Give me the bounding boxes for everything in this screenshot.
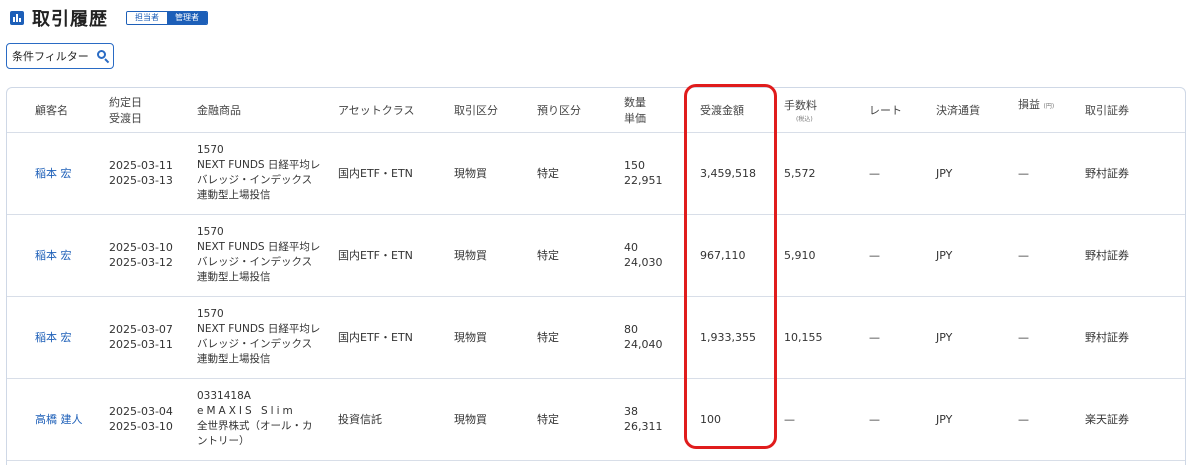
- col-custody[interactable]: 預り区分: [537, 88, 624, 133]
- col-trade-type[interactable]: 取引区分: [454, 88, 537, 133]
- table-row[interactable]: 高橋 建人 2025-03-04 2025-03-10 0331418A eMAXIS …: [7, 378, 1185, 461]
- cell-amount: 100: [685, 378, 784, 461]
- cell-pnl: —: [1018, 378, 1085, 461]
- cell-fee: —: [784, 378, 869, 461]
- cell-dates: 2025-03-11 2025-03-13: [109, 132, 197, 215]
- cell-custody: 特定: [537, 132, 624, 215]
- cell-trade-type: 現物買: [454, 214, 537, 297]
- col-pnl[interactable]: 損益 (円): [1018, 88, 1085, 133]
- cell-asset-class: 国内ETF・ETN: [338, 296, 454, 379]
- cell-customer[interactable]: 稲本 宏: [7, 132, 109, 215]
- cell-broker: 野村証券: [1085, 296, 1185, 379]
- cell-rate: —: [869, 378, 936, 461]
- cell-broker: 楽天証券: [1085, 378, 1185, 461]
- cell-trade-type: 現物買: [454, 378, 537, 461]
- page-header: 取引履歴 担当者 管理者: [10, 8, 208, 30]
- cell-dates: 2025-03-07 2025-03-11: [109, 296, 197, 379]
- chart-icon: [10, 11, 24, 25]
- cell-pnl: —: [1018, 132, 1085, 215]
- role-option-kanri[interactable]: 管理者: [167, 12, 207, 24]
- col-qty-price[interactable]: 数量 単価: [624, 88, 685, 133]
- cell-dates: 2025-03-10 2025-03-12: [109, 214, 197, 297]
- cell-broker: 野村証券: [1085, 132, 1185, 215]
- col-customer[interactable]: 顧客名: [7, 88, 109, 133]
- cell-qty-price: 40 24,030: [624, 214, 685, 297]
- cell-customer[interactable]: 高橋 建人: [7, 378, 109, 461]
- col-asset-class[interactable]: アセットクラス: [338, 88, 454, 133]
- cell-asset-class: 投資信託: [338, 378, 454, 461]
- cell-currency: JPY: [936, 296, 1018, 379]
- cell-amount: 967,110: [685, 214, 784, 297]
- filter-label: 条件フィルター: [12, 50, 89, 63]
- trade-history-table: 顧客名 約定日 受渡日 金融商品 アセットクラス 取引区分 預り区分 数量 単価 受…: [6, 87, 1186, 465]
- cell-product: 1570 NEXT FUNDS 日経平均レ バレッジ・インデックス 連動型上場投信: [197, 214, 338, 297]
- cell-qty-price: 80 24,040: [624, 296, 685, 379]
- col-currency[interactable]: 決済通貨: [936, 88, 1018, 133]
- col-fee[interactable]: 手数料 (税込): [784, 88, 869, 133]
- cell-pnl: —: [1018, 214, 1085, 297]
- cell-custody: 特定: [537, 214, 624, 297]
- cell-customer[interactable]: 稲本 宏: [7, 296, 109, 379]
- col-product[interactable]: 金融商品: [197, 88, 338, 133]
- role-option-tanto[interactable]: 担当者: [127, 12, 167, 24]
- cell-asset-class: 国内ETF・ETN: [338, 132, 454, 215]
- cell-currency: JPY: [936, 378, 1018, 461]
- role-toggle[interactable]: 担当者 管理者: [126, 11, 208, 25]
- table-row[interactable]: 稲本 宏 2025-03-11 2025-03-13 1570 NEXT FUNDS 日…: [7, 132, 1185, 215]
- col-rate[interactable]: レート: [869, 88, 936, 133]
- table-row[interactable]: 稲本 宏 2025-03-07 2025-03-11 1570 NEXT FUNDS 日…: [7, 296, 1185, 379]
- col-amount[interactable]: 受渡金額: [685, 88, 784, 133]
- cell-rate: —: [869, 296, 936, 379]
- cell-amount: 3,459,518: [685, 132, 784, 215]
- cell-asset-class: 国内ETF・ETN: [338, 214, 454, 297]
- col-broker[interactable]: 取引証券: [1085, 88, 1185, 133]
- cell-currency: JPY: [936, 132, 1018, 215]
- cell-fee: 10,155: [784, 296, 869, 379]
- condition-filter-button[interactable]: 条件フィルター: [6, 43, 114, 69]
- cell-product: 1570 NEXT FUNDS 日経平均レ バレッジ・インデックス 連動型上場投信: [197, 296, 338, 379]
- cell-customer[interactable]: 稲本 宏: [7, 214, 109, 297]
- table-row[interactable]: 稲本 宏 2025-03-10 2025-03-12 1570 NEXT FUNDS 日…: [7, 214, 1185, 297]
- cell-product: 0331418A eMAXIS Slim 全世界株式（オール・カ ントリー）: [197, 378, 338, 461]
- cell-amount: 1,933,355: [685, 296, 784, 379]
- search-icon: [96, 50, 110, 64]
- cell-dates: 2025-03-04 2025-03-10: [109, 378, 197, 461]
- cell-custody: 特定: [537, 296, 624, 379]
- cell-trade-type: 現物買: [454, 132, 537, 215]
- col-dates[interactable]: 約定日 受渡日: [109, 88, 197, 133]
- cell-pnl: —: [1018, 296, 1085, 379]
- cell-product: 1570 NEXT FUNDS 日経平均レ バレッジ・インデックス 連動型上場投信: [197, 132, 338, 215]
- cell-rate: —: [869, 132, 936, 215]
- cell-trade-type: 現物買: [454, 296, 537, 379]
- cell-qty-price: 150 22,951: [624, 132, 685, 215]
- cell-fee: 5,572: [784, 132, 869, 215]
- cell-broker: 野村証券: [1085, 214, 1185, 297]
- page-title: 取引履歴: [32, 9, 108, 30]
- cell-fee: 5,910: [784, 214, 869, 297]
- table-header-row: 顧客名 約定日 受渡日 金融商品 アセットクラス 取引区分 預り区分 数量 単価 受…: [7, 88, 1185, 133]
- cell-custody: 特定: [537, 378, 624, 461]
- cell-qty-price: 38 26,311: [624, 378, 685, 461]
- cell-rate: —: [869, 214, 936, 297]
- cell-currency: JPY: [936, 214, 1018, 297]
